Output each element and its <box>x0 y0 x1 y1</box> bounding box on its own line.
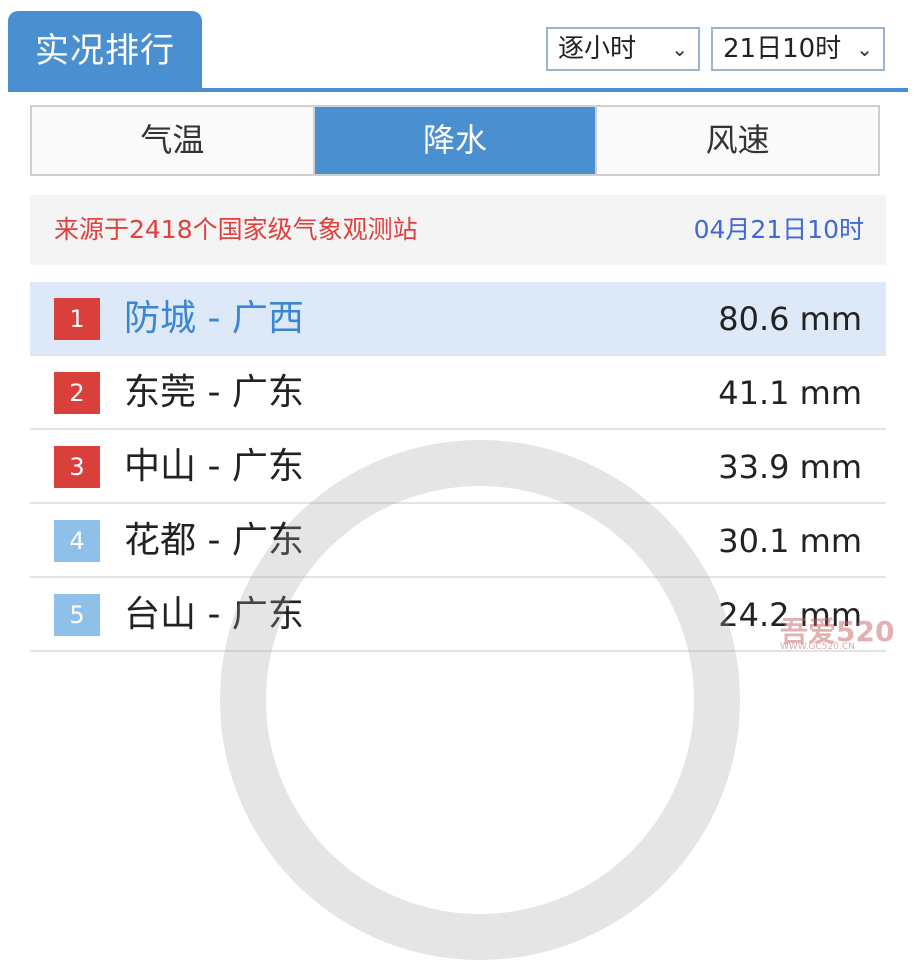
station-name[interactable]: 台山 - 广东 <box>124 578 304 652</box>
ranking-list: 1 防城 - 广西 80.6 mm 2 东莞 - 广东 41.1 mm 3 中山… <box>30 282 886 652</box>
station-name[interactable]: 东莞 - 广东 <box>124 356 304 430</box>
precipitation-value: 41.1 mm <box>718 374 862 412</box>
interval-select[interactable]: 逐小时 ⌄ <box>546 27 700 71</box>
rank-badge: 1 <box>54 298 100 340</box>
interval-select-value: 逐小时 <box>558 34 637 64</box>
list-item[interactable]: 5 台山 - 广东 24.2 mm <box>30 578 886 652</box>
page-title: 实况排行 <box>8 11 202 91</box>
rank-badge: 5 <box>54 594 100 636</box>
list-item[interactable]: 3 中山 - 广东 33.9 mm <box>30 430 886 504</box>
list-item[interactable]: 4 花都 - 广东 30.1 mm <box>30 504 886 578</box>
metric-tabs: 气温 降水 风速 <box>30 105 880 176</box>
observation-time: 04月21日10时 <box>693 215 864 244</box>
source-text: 来源于2418个国家级气象观测站 <box>54 215 418 244</box>
station-name[interactable]: 花都 - 广东 <box>124 504 304 578</box>
title-underline <box>8 88 908 92</box>
rank-badge: 4 <box>54 520 100 562</box>
time-select-value: 21日10时 <box>723 34 842 64</box>
station-name[interactable]: 防城 - 广西 <box>124 282 304 356</box>
precipitation-value: 24.2 mm <box>718 596 862 634</box>
list-item[interactable]: 1 防城 - 广西 80.6 mm <box>30 282 886 356</box>
rank-badge: 2 <box>54 372 100 414</box>
list-item[interactable]: 2 东莞 - 广东 41.1 mm <box>30 356 886 430</box>
chevron-down-icon: ⌄ <box>856 37 873 61</box>
precipitation-value: 30.1 mm <box>718 522 862 560</box>
source-bar: 来源于2418个国家级气象观测站 04月21日10时 <box>30 195 886 265</box>
time-select[interactable]: 21日10时 ⌄ <box>711 27 885 71</box>
station-name[interactable]: 中山 - 广东 <box>124 430 304 504</box>
tab-wind-speed[interactable]: 风速 <box>597 107 879 174</box>
precipitation-value: 80.6 mm <box>718 300 862 338</box>
rank-badge: 3 <box>54 446 100 488</box>
chevron-down-icon: ⌄ <box>671 37 688 61</box>
tab-precipitation[interactable]: 降水 <box>314 107 598 174</box>
precipitation-value: 33.9 mm <box>718 448 862 486</box>
tab-temperature[interactable]: 气温 <box>32 107 315 174</box>
header-bar: 实况排行 逐小时 ⌄ 21日10时 ⌄ <box>0 0 916 92</box>
